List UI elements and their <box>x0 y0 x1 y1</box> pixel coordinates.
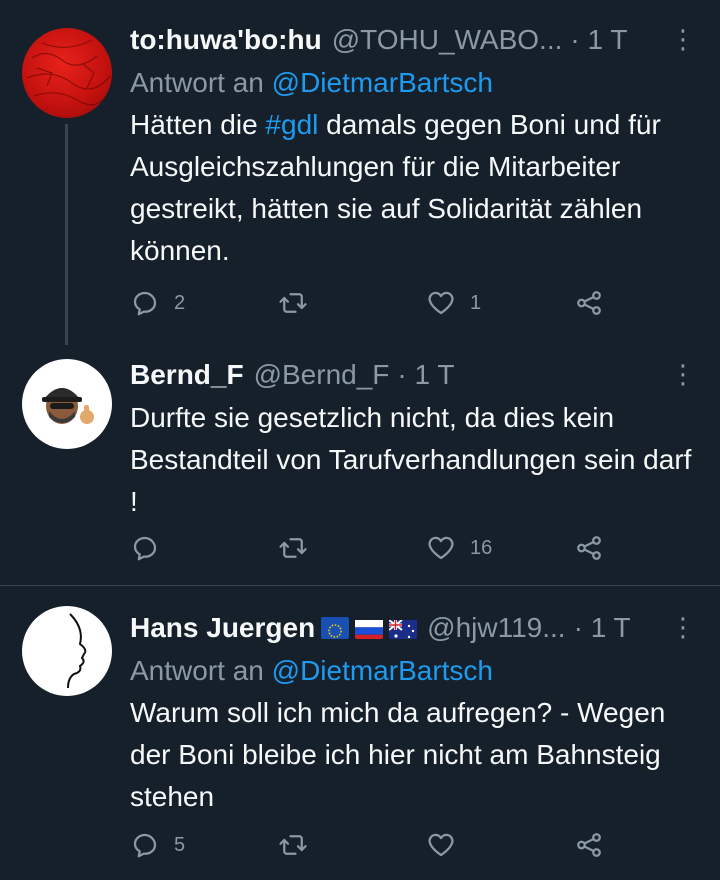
reply-icon <box>133 291 157 316</box>
retweet-button[interactable] <box>278 830 322 860</box>
like-button[interactable] <box>426 830 470 860</box>
like-count: 16 <box>470 536 493 559</box>
like-count: 1 <box>470 291 482 314</box>
hashtag-link[interactable]: #gdl <box>265 109 318 140</box>
tweet-header: Bernd_F @Bernd_F · 1 T <box>130 353 696 397</box>
share-button[interactable] <box>574 830 604 860</box>
tweet-text-part: Hätten die <box>130 109 266 140</box>
author-handle[interactable]: @Bernd_F <box>254 359 390 391</box>
reply-to-line: Antwort an @DietmarBartsch <box>130 650 696 692</box>
reply-to-line: Antwort an @DietmarBartsch <box>130 62 696 104</box>
reply-button[interactable] <box>130 533 174 563</box>
tweet-header: to:huwa'bo:hu @TOHU_WABO... · 1 T <box>130 18 696 62</box>
reply-to-link[interactable]: @DietmarBartsch <box>272 655 493 686</box>
like-icon <box>428 833 454 857</box>
author-name[interactable]: to:huwa'bo:hu <box>130 24 322 56</box>
share-button[interactable] <box>574 288 604 318</box>
retweet-button[interactable] <box>278 288 322 318</box>
author-name[interactable]: Hans Juergen <box>130 612 315 644</box>
reply-prefix: Antwort an <box>130 67 264 98</box>
australia-flag-icon <box>389 617 418 639</box>
more-icon[interactable]: ⋮ <box>670 24 696 55</box>
reply-count: 2 <box>174 291 186 314</box>
tweet-text: Hätten die #gdl damals gegen Boni und fü… <box>130 104 690 272</box>
avatar-texture <box>26 39 111 106</box>
eu-flag-icon <box>321 617 350 639</box>
tweet-header: Hans Juergen @hjw119... · 1 T <box>130 606 696 650</box>
share-button[interactable] <box>574 533 604 563</box>
reply-button[interactable]: 5 <box>130 830 185 860</box>
avatar-hans-juergen[interactable] <box>22 606 112 696</box>
tweet-3[interactable]: Hans Juergen @hjw119... · 1 T ⋮ Antwort … <box>0 586 720 880</box>
reply-to-link[interactable]: @DietmarBartsch <box>272 67 493 98</box>
timestamp[interactable]: · 1 T <box>574 612 631 644</box>
avatar-tohuwabohu[interactable] <box>22 28 112 118</box>
avatar-bernd-f[interactable] <box>22 359 112 449</box>
reply-icon <box>133 536 157 561</box>
share-icon <box>577 291 601 315</box>
reply-icon <box>133 833 157 858</box>
like-icon <box>428 291 454 315</box>
retweet-icon <box>279 835 307 855</box>
retweet-button[interactable] <box>278 533 322 563</box>
reply-count: 5 <box>174 833 186 856</box>
timestamp[interactable]: · 1 T <box>570 24 627 56</box>
tweet-text: Warum soll ich mich da aufregen? - Wegen… <box>130 697 666 812</box>
author-handle[interactable]: @TOHU_WABO... <box>332 24 563 56</box>
avatar-illustration <box>67 613 87 689</box>
reply-prefix: Antwort an <box>130 655 264 686</box>
like-button[interactable]: 1 <box>426 288 481 318</box>
more-icon[interactable]: ⋮ <box>670 612 696 643</box>
more-icon[interactable]: ⋮ <box>670 359 696 390</box>
reply-button[interactable]: 2 <box>130 288 185 318</box>
author-handle[interactable]: @hjw119... <box>427 612 565 644</box>
like-icon <box>428 536 454 560</box>
timestamp[interactable]: · 1 T <box>397 359 454 391</box>
tweet-1[interactable]: to:huwa'bo:hu @TOHU_WABO... · 1 T ⋮ Antw… <box>0 0 720 345</box>
share-icon <box>577 833 601 857</box>
share-icon <box>577 536 601 560</box>
tweet-2[interactable]: Bernd_F @Bernd_F · 1 T ⋮ Durfte sie gese… <box>0 345 720 585</box>
russia-flag-icon <box>355 617 384 639</box>
like-button[interactable]: 16 <box>426 533 492 563</box>
tweet-text: Durfte sie gesetzlich nicht, da dies kei… <box>130 402 692 517</box>
avatar-illustration <box>42 388 94 424</box>
author-name[interactable]: Bernd_F <box>130 359 244 391</box>
retweet-icon <box>279 538 307 558</box>
thread-line <box>65 124 68 345</box>
retweet-icon <box>279 293 307 313</box>
